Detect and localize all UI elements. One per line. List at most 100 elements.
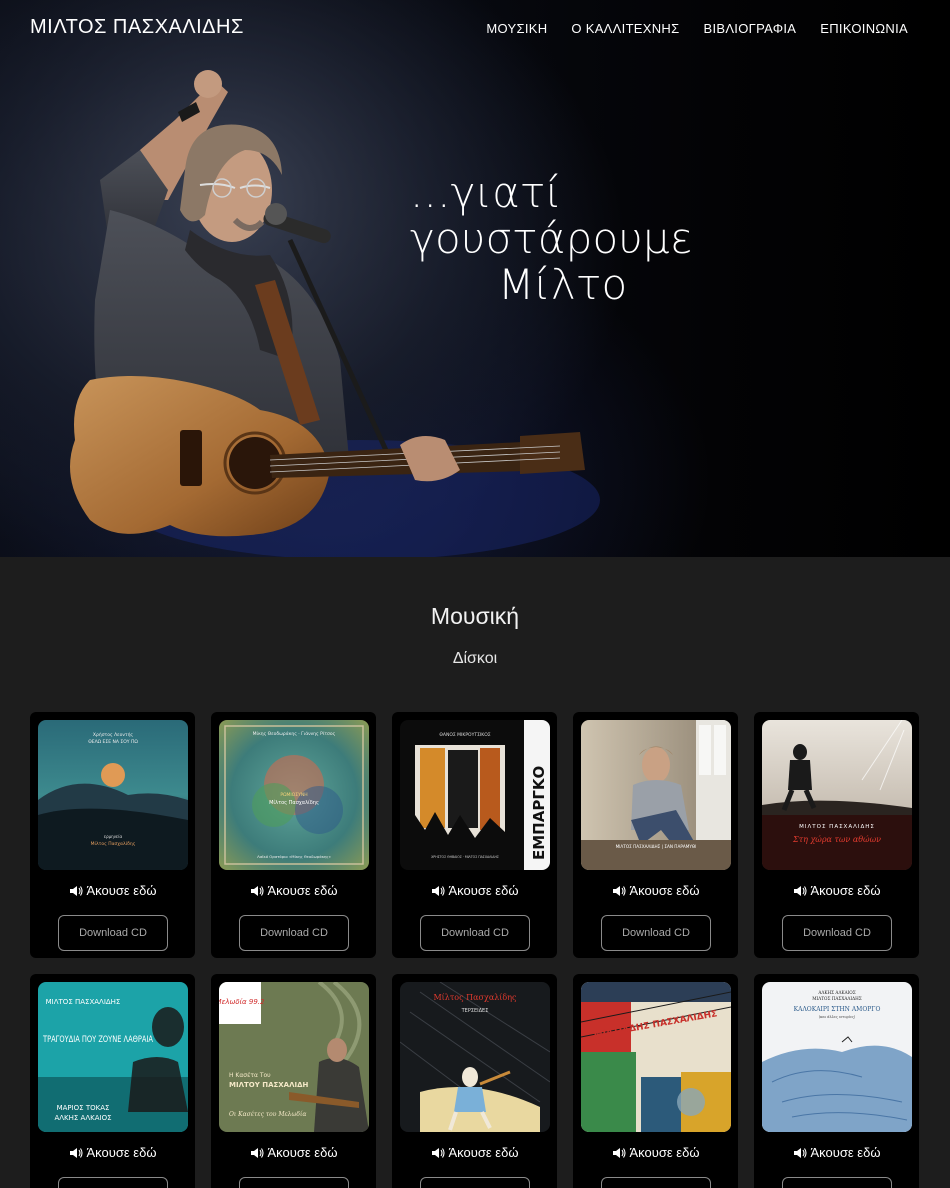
nav-item-bibliography[interactable]: ΒΙΒΛΙΟΓΡΑΦΙΑ <box>703 21 796 36</box>
download-cd-button[interactable]: Download CD <box>782 915 892 951</box>
listen-link[interactable]: Άκουσε εδώ <box>30 883 195 898</box>
album-cover[interactable]: ΑΛΚΗΣ ΑΛΚΑΙΟΣ ΜΙΛΤΟΣ ΠΑΣΧΑΛΙΔΗΣ ΚΑΛΟΚΑΙΡ… <box>762 982 912 1132</box>
main-nav: ΜΟΥΣΙΚΗ Ο ΚΑΛΛΙΤΕΧΝΗΣ ΒΙΒΛΙΟΓΡΑΦΙΑ ΕΠΙΚΟ… <box>486 21 908 36</box>
cover-text: Στη χώρα των αθώων <box>792 835 881 844</box>
cover-text: ΡΩΜΙΟΣΥΝΗ <box>280 792 307 798</box>
album-cover[interactable]: ΜΙΛΤΟΣ ΠΑΣΧΑΛΙΔΗΣ ΤΡΑΓΟΥΔΙΑ ΠΟΥ ΖΟΥΝΕ ΛΑ… <box>38 982 188 1132</box>
listen-label: Άκουσε εδώ <box>86 883 157 898</box>
listen-label: Άκουσε εδώ <box>448 1145 519 1160</box>
download-cd-button[interactable]: Download CD <box>601 1177 711 1188</box>
album-card: ΜΙΛΤΟΣ ΠΑΣΧΑΛΙΔΗΣ Στη χώρα των αθώων Άκο… <box>754 712 919 958</box>
speaker-icon <box>69 1147 83 1158</box>
nav-item-artist[interactable]: Ο ΚΑΛΛΙΤΕΧΝΗΣ <box>571 21 679 36</box>
speaker-icon <box>250 885 264 896</box>
listen-label: Άκουσε εδώ <box>267 883 338 898</box>
album-cover[interactable]: ΜΙΛΤΟΣ ΠΑΣΧΑΛΙΔΗΣ | ΣΑΝ ΠΑΡΑΜΥΘΙ <box>581 720 731 870</box>
cover-text: ΜΙΛΤΟΣ ΠΑΣΧΑΛΙΔΗΣ | ΣΑΝ ΠΑΡΑΜΥΘΙ <box>616 844 697 849</box>
album-card: ΜΙΛΤΙΑΔΗΣ ΠΑΣΧΑΛΙΔΗΣ Άκουσε εδώ Download… <box>573 974 738 1188</box>
cover-text: (και άλλες ιστορίες) <box>819 1014 856 1019</box>
listen-link[interactable]: Άκουσε εδώ <box>392 883 557 898</box>
site-brand[interactable]: ΜΙΛΤΟΣ ΠΑΣΧΑΛΙΔΗΣ <box>30 16 244 39</box>
cover-text: ΘΑΝΟΣ ΜΙΚΡΟΥΤΣΙΚΟΣ <box>439 732 490 738</box>
download-cd-button[interactable]: Download CD <box>601 915 711 951</box>
cover-text: Μίλτος Πασχαλίδης <box>269 799 319 806</box>
hero-tagline-line2: Μίλτο <box>498 260 628 309</box>
section-title: Μουσική <box>430 603 520 629</box>
listen-label: Άκουσε εδώ <box>629 1145 700 1160</box>
album-card: Χρήστος Λεοντής ΘΕΛΩ ΕΣΕ ΝΑ ΣΟΥ ΠΩ ερμην… <box>30 712 195 958</box>
cover-text: Η Κασέτα Του <box>229 1072 271 1079</box>
cover-text: ΤΕΡΣΕΙΔΕΣ <box>461 1008 489 1014</box>
speaker-icon <box>793 885 807 896</box>
speaker-icon <box>69 885 83 896</box>
cover-text: Μίλτος Πασχαλίδης <box>91 840 136 847</box>
cover-text: Λαϊκό Ορατόριο «Μίκης Θεοδωράκης» <box>257 854 332 859</box>
album-card: Μελωδία 99.2 Η Κασέτα Του ΜΙΛΤΟΥ ΠΑΣΧΑΛΙ… <box>211 974 376 1188</box>
album-card: ΜΙΛΤΟΣ ΠΑΣΧΑΛΙΔΗΣ ΤΡΑΓΟΥΔΙΑ ΠΟΥ ΖΟΥΝΕ ΛΑ… <box>30 974 195 1188</box>
album-cover[interactable]: ΕΜΠΑΡΓΚΟ ΘΑΝΟΣ ΜΙΚΡΟΥΤΣΙΚΟΣ ΧΡΗΣΤΟΣ ΘΗΒΑ… <box>400 720 550 870</box>
speaker-icon <box>431 885 445 896</box>
listen-label: Άκουσε εδώ <box>448 883 519 898</box>
section-subtitle: Δίσκοι <box>452 650 498 667</box>
cover-text: ΜΙΛΤΟΥ ΠΑΣΧΑΛΙΔΗ <box>229 1081 309 1089</box>
download-cd-button[interactable]: Download CD <box>420 1177 530 1188</box>
hero-tagline: ...γιατί γουστάρουμε Μίλτο <box>410 170 830 308</box>
cover-text: ΜΑΡΙΟΣ ΤΟΚΑΣ <box>57 1104 110 1112</box>
album-cover[interactable]: Χρήστος Λεοντής ΘΕΛΩ ΕΣΕ ΝΑ ΣΟΥ ΠΩ ερμην… <box>38 720 188 870</box>
cover-text: ερμηνεία <box>104 834 123 839</box>
download-cd-button[interactable]: Download CD <box>58 1177 168 1188</box>
album-card: ΕΜΠΑΡΓΚΟ ΘΑΝΟΣ ΜΙΚΡΟΥΤΣΙΚΟΣ ΧΡΗΣΤΟΣ ΘΗΒΑ… <box>392 712 557 958</box>
listen-link[interactable]: Άκουσε εδώ <box>754 883 919 898</box>
album-cover[interactable]: ΜΙΛΤΙΑΔΗΣ ΠΑΣΧΑΛΙΔΗΣ <box>581 982 731 1132</box>
cover-text: Μίλτος Πασχαλίδης <box>433 993 517 1002</box>
listen-label: Άκουσε εδώ <box>267 1145 338 1160</box>
album-card: ΜΙΛΤΟΣ ΠΑΣΧΑΛΙΔΗΣ | ΣΑΝ ΠΑΡΑΜΥΘΙ Άκουσε … <box>573 712 738 958</box>
cover-text: ΕΜΠΑΡΓΚΟ <box>530 766 548 860</box>
cover-text: Χρήστος Λεοντής <box>93 731 134 738</box>
download-cd-button[interactable]: Download CD <box>58 915 168 951</box>
cover-text: Οι Κασέτες του Μελωδία <box>229 1111 306 1118</box>
hero-tagline-line1: ...γιατί γουστάρουμε <box>410 168 693 263</box>
listen-link[interactable]: Άκουσε εδώ <box>211 883 376 898</box>
download-cd-button[interactable]: Download CD <box>420 915 530 951</box>
speaker-icon <box>612 885 626 896</box>
album-cover[interactable]: Μίκης Θεοδωράκης · Γιάννης Ρίτσος ΡΩΜΙΟΣ… <box>219 720 369 870</box>
album-cover[interactable]: Μίλτος Πασχαλίδης ΤΕΡΣΕΙΔΕΣ <box>400 982 550 1132</box>
listen-label: Άκουσε εδώ <box>810 1145 881 1160</box>
nav-item-contact[interactable]: ΕΠΙΚΟΙΝΩΝΙΑ <box>820 21 908 36</box>
cover-text: Μελωδία 99.2 <box>219 998 265 1006</box>
speaker-icon <box>431 1147 445 1158</box>
listen-link[interactable]: Άκουσε εδώ <box>754 1145 919 1160</box>
music-section: Μουσική Δίσκοι Χρήστος Λεοντής ΘΕΛΩ ΕΣΕ … <box>0 557 950 1188</box>
album-card: Μίλτος Πασχαλίδης ΤΕΡΣΕΙΔΕΣ Άκουσε εδώ D… <box>392 974 557 1188</box>
listen-link[interactable]: Άκουσε εδώ <box>30 1145 195 1160</box>
listen-link[interactable]: Άκουσε εδώ <box>211 1145 376 1160</box>
album-grid: Χρήστος Λεοντής ΘΕΛΩ ΕΣΕ ΝΑ ΣΟΥ ΠΩ ερμην… <box>30 712 921 1188</box>
album-cover[interactable]: Μελωδία 99.2 Η Κασέτα Του ΜΙΛΤΟΥ ΠΑΣΧΑΛΙ… <box>219 982 369 1132</box>
cover-text: Μίκης Θεοδωράκης · Γιάννης Ρίτσος <box>253 730 336 737</box>
nav-item-music[interactable]: ΜΟΥΣΙΚΗ <box>486 21 547 36</box>
download-cd-button[interactable]: Download CD <box>239 1177 349 1188</box>
listen-label: Άκουσε εδώ <box>629 883 700 898</box>
cover-text: ΤΡΑΓΟΥΔΙΑ ΠΟΥ ΖΟΥΝΕ ΛΑΘΡΑΙΑ <box>42 1035 153 1045</box>
cover-text: ΑΛΚΗΣ ΑΛΚΑΙΟΣ <box>817 990 855 995</box>
cover-text: ΜΙΛΤΟΣ ΠΑΣΧΑΛΙΔΗΣ <box>812 996 861 1001</box>
album-card: ΑΛΚΗΣ ΑΛΚΑΙΟΣ ΜΙΛΤΟΣ ΠΑΣΧΑΛΙΔΗΣ ΚΑΛΟΚΑΙΡ… <box>754 974 919 1188</box>
cover-text: ΚΑΛΟΚΑΙΡΙ ΣΤΗΝ ΑΜΟΡΓΟ <box>794 1006 881 1013</box>
cover-text: ΘΕΛΩ ΕΣΕ ΝΑ ΣΟΥ ΠΩ <box>88 739 138 745</box>
hero-banner: ΜΙΛΤΟΣ ΠΑΣΧΑΛΙΔΗΣ ΜΟΥΣΙΚΗ Ο ΚΑΛΛΙΤΕΧΝΗΣ … <box>0 0 950 557</box>
cover-text: ΑΛΚΗΣ ΑΛΚΑΙΟΣ <box>54 1114 111 1122</box>
album-card: Μίκης Θεοδωράκης · Γιάννης Ρίτσος ΡΩΜΙΟΣ… <box>211 712 376 958</box>
listen-link[interactable]: Άκουσε εδώ <box>392 1145 557 1160</box>
speaker-icon <box>612 1147 626 1158</box>
album-cover[interactable]: ΜΙΛΤΟΣ ΠΑΣΧΑΛΙΔΗΣ Στη χώρα των αθώων <box>762 720 912 870</box>
download-cd-button[interactable]: Download CD <box>239 915 349 951</box>
cover-text: ΧΡΗΣΤΟΣ ΘΗΒΑΙΟΣ · ΜΙΛΤΟΣ ΠΑΣΧΑΛΙΔΗΣ <box>431 855 499 859</box>
listen-link[interactable]: Άκουσε εδώ <box>573 1145 738 1160</box>
listen-link[interactable]: Άκουσε εδώ <box>573 883 738 898</box>
cover-text: ΜΙΛΤΟΣ ΠΑΣΧΑΛΙΔΗΣ <box>46 998 121 1006</box>
speaker-icon <box>793 1147 807 1158</box>
download-cd-button[interactable]: Download CD <box>782 1177 892 1188</box>
listen-label: Άκουσε εδώ <box>810 883 881 898</box>
cover-text: ΜΙΛΤΟΣ ΠΑΣΧΑΛΙΔΗΣ <box>799 824 875 830</box>
